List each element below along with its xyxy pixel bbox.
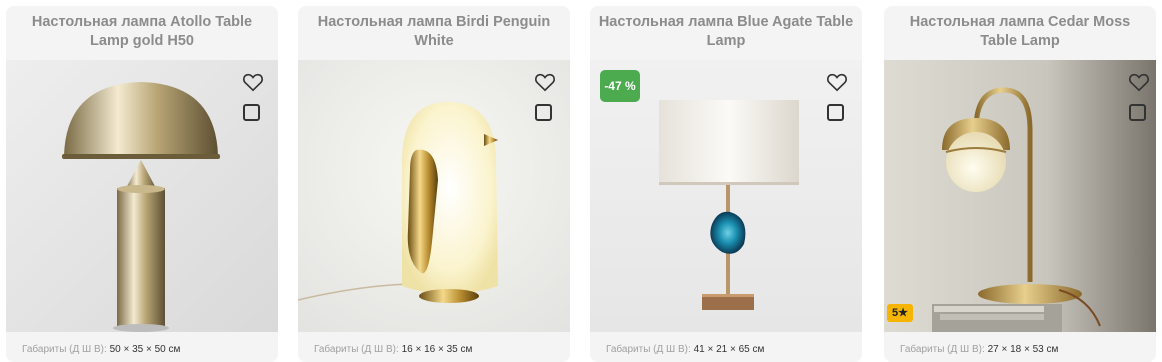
product-grid: Настольная лампа Atollo Table Lamp gold … xyxy=(0,0,1162,362)
compare-checkbox[interactable] xyxy=(1129,104,1146,121)
dimensions-value: 50 × 35 × 50 см xyxy=(109,344,181,355)
product-card[interactable]: Настольная лампа Blue Agate Table Lamp -… xyxy=(590,6,862,362)
product-image[interactable] xyxy=(6,60,278,332)
product-dimensions: Габариты (Д Ш В): 16 × 16 × 35 см xyxy=(314,344,472,355)
heart-icon[interactable] xyxy=(1128,72,1150,92)
compare-checkbox[interactable] xyxy=(243,104,260,121)
dimensions-value: 41 × 21 × 65 см xyxy=(693,344,765,355)
dimensions-label: Габариты (Д Ш В): xyxy=(314,344,399,355)
dimensions-value: 16 × 16 × 35 см xyxy=(401,344,473,355)
product-card[interactable]: Настольная лампа Atollo Table Lamp gold … xyxy=(6,6,278,362)
product-dimensions: Габариты (Д Ш В): 27 × 18 × 53 см xyxy=(900,344,1058,355)
product-dimensions: Габариты (Д Ш В): 41 × 21 × 65 см xyxy=(606,344,764,355)
product-image[interactable] xyxy=(298,60,570,332)
discount-badge: -47 % xyxy=(600,70,640,102)
product-title[interactable]: Настольная лампа Blue Agate Table Lamp xyxy=(596,13,856,61)
dimensions-label: Габариты (Д Ш В): xyxy=(22,344,107,355)
product-card[interactable]: Настольная лампа Cedar Moss Table Lamp 5… xyxy=(884,6,1156,362)
heart-icon[interactable] xyxy=(534,72,556,92)
product-card[interactable]: Настольная лампа Birdi Penguin White Габ… xyxy=(298,6,570,362)
product-image[interactable] xyxy=(884,60,1156,332)
dimensions-value: 27 × 18 × 53 см xyxy=(987,344,1059,355)
rating-badge: 5★ xyxy=(887,304,913,322)
product-title[interactable]: Настольная лампа Birdi Penguin White xyxy=(304,13,564,61)
product-dimensions: Габариты (Д Ш В): 50 × 35 × 50 см xyxy=(22,344,180,355)
product-title[interactable]: Настольная лампа Atollo Table Lamp gold … xyxy=(12,13,272,61)
compare-checkbox[interactable] xyxy=(535,104,552,121)
heart-icon[interactable] xyxy=(242,72,264,92)
product-title[interactable]: Настольная лампа Cedar Moss Table Lamp xyxy=(890,13,1150,61)
dimensions-label: Габариты (Д Ш В): xyxy=(900,344,985,355)
heart-icon[interactable] xyxy=(826,72,848,92)
compare-checkbox[interactable] xyxy=(827,104,844,121)
dimensions-label: Габариты (Д Ш В): xyxy=(606,344,691,355)
